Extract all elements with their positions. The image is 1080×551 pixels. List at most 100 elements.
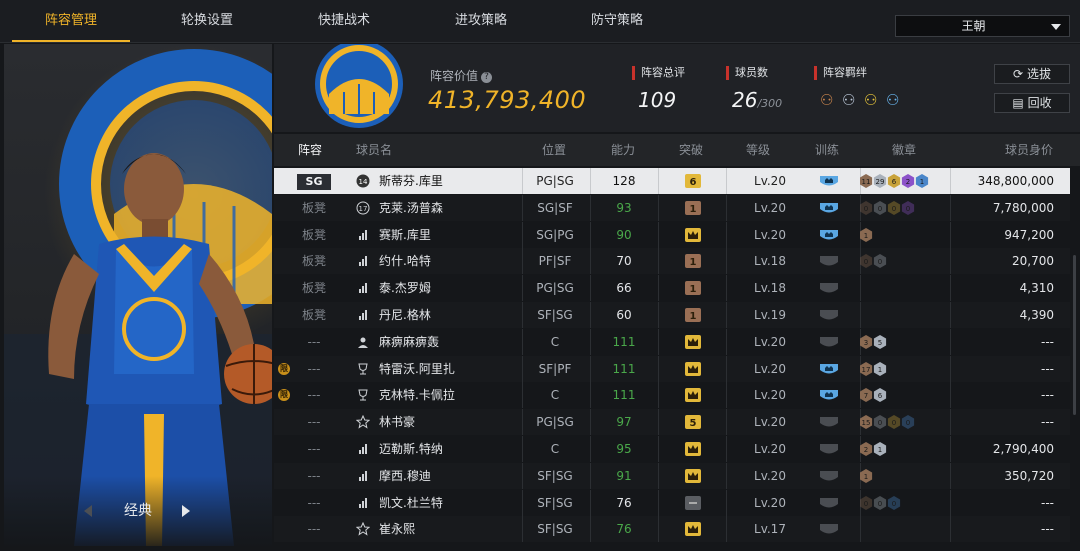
tab-lineup-management[interactable]: 阵容管理: [6, 0, 136, 42]
column-divider: [522, 409, 523, 436]
bond-3-icon[interactable]: ⚇: [864, 91, 877, 109]
breakthrough-level-icon: 1: [685, 281, 701, 296]
chevron-down-icon: [1051, 24, 1061, 30]
badge-list: [860, 302, 950, 328]
stat-bars-icon: [359, 229, 367, 240]
bond-1-icon[interactable]: ⚇: [820, 91, 833, 109]
table-row[interactable]: 限 --- 特雷沃.阿里扎 SF|PF 111 Lv.20 17 1 ---: [274, 355, 1070, 382]
overall-label: 阵容总评: [632, 66, 685, 80]
bond-4-icon[interactable]: ⚇: [886, 91, 899, 109]
player-level: Lv.19: [754, 308, 786, 322]
player-level: Lv.20: [754, 174, 786, 188]
tab-offense-strategy[interactable]: 进攻策略: [416, 0, 546, 42]
badge-hexagons: 0 0 0: [859, 495, 901, 510]
col-position[interactable]: 位置: [542, 134, 566, 166]
column-divider: [726, 382, 727, 409]
person-icon: [358, 337, 368, 348]
svg-text:6: 6: [690, 177, 697, 188]
player-value: 2,790,400: [992, 442, 1054, 456]
column-divider: [522, 516, 523, 543]
next-edition-arrow-icon[interactable]: [182, 505, 190, 517]
table-row[interactable]: 限 --- 克林特.卡佩拉 C 111 Lv.20 7 6 ---: [274, 382, 1070, 409]
player-name: 约什.哈特: [379, 254, 431, 269]
svg-text:6: 6: [878, 392, 883, 400]
col-training[interactable]: 训练: [815, 134, 839, 166]
svg-text:0: 0: [906, 419, 910, 427]
svg-text:14: 14: [359, 178, 368, 186]
badge-list: 17 1: [859, 356, 950, 382]
team-dropdown-value: 王朝: [961, 19, 986, 33]
table-row[interactable]: 板凳 赛斯.库里 SG|PG 90 Lv.20 1 947,200: [274, 221, 1070, 248]
table-row[interactable]: SG 14 斯蒂芬.库里 PG|SG 128 6 Lv.20 11 29 6 2 1 348,800,0…: [274, 168, 1070, 194]
table-row[interactable]: 板凳 泰.杰罗姆 PG|SG 66 1 Lv.18 4,310: [274, 275, 1070, 302]
table-row[interactable]: 板凳 丹尼.格林 SF|SG 60 1 Lv.19 4,390: [274, 302, 1070, 328]
badge-hexagons: 0 0 0 0: [859, 200, 915, 215]
crown-icon: [685, 468, 701, 483]
svg-text:1: 1: [690, 204, 697, 215]
player-position: C: [550, 334, 560, 349]
badge-list: [860, 275, 950, 301]
select-button[interactable]: ⟳ 选拔: [994, 64, 1070, 84]
breakthrough-level-icon: 1: [685, 308, 701, 322]
column-divider: [522, 168, 523, 194]
tab-quick-tactics[interactable]: 快捷战术: [279, 0, 409, 42]
col-name[interactable]: 球员名: [356, 134, 392, 166]
column-divider: [590, 328, 591, 355]
col-ability[interactable]: 能力: [611, 134, 635, 166]
refresh-icon: ⟳: [1013, 67, 1024, 81]
player-level: Lv.20: [754, 200, 786, 215]
player-ability: 66: [616, 281, 632, 296]
player-value: 350,720: [1004, 468, 1054, 483]
column-divider: [522, 328, 523, 355]
tab-defense-strategy[interactable]: 防守策略: [552, 0, 682, 42]
lineup-slot: SG: [294, 168, 334, 194]
bond-2-icon[interactable]: ⚇: [842, 91, 855, 109]
column-divider: [522, 355, 523, 382]
table-scrollbar[interactable]: [1073, 255, 1076, 415]
player-card[interactable]: 经典: [4, 44, 272, 546]
badge-hexagons: 00: [859, 254, 887, 269]
column-divider: [658, 221, 659, 248]
player-position: PG|SG: [536, 281, 574, 296]
column-divider: [590, 516, 591, 543]
table-row[interactable]: --- 摩西.穆迪 SF|SG 91 Lv.20 1 350,720: [274, 462, 1070, 489]
svg-text:1: 1: [878, 446, 882, 454]
table-row[interactable]: --- 麻痹麻痹轰 C 111 Lv.20 3 5 ---: [274, 328, 1070, 355]
table-row[interactable]: --- 迈勒斯.特纳 C 95 Lv.20 2 1 2,790,400: [274, 436, 1070, 462]
col-slot[interactable]: 阵容: [298, 134, 322, 166]
table-row[interactable]: 板凳 17 克莱.汤普森 SG|SF 93 1 Lv.20 0 0 0 0 7,780,000: [274, 194, 1070, 221]
player-ability: 76: [616, 495, 632, 510]
column-divider: [658, 302, 659, 328]
help-icon[interactable]: ?: [481, 72, 493, 83]
breakthrough-level-icon: 1: [685, 254, 701, 269]
svg-text:0: 0: [892, 500, 896, 508]
player-value: ---: [1041, 361, 1054, 376]
breakthrough-badge: [662, 436, 722, 462]
column-divider: [658, 489, 659, 516]
recycle-button[interactable]: ▤ 回收: [994, 93, 1070, 113]
svg-text:0: 0: [864, 258, 868, 266]
badge-hexagons: 1: [859, 468, 873, 483]
table-row[interactable]: --- 崔永熙 SF|SG 76 Lv.17 ---: [274, 516, 1070, 543]
jersey-icon: 14: [356, 174, 370, 188]
tab-rotation-settings[interactable]: 轮换设置: [142, 0, 272, 42]
col-level[interactable]: 等级: [746, 134, 770, 166]
badge-list: [860, 516, 950, 542]
lineup-slot: ---: [307, 361, 321, 376]
col-value[interactable]: 球员身价: [1005, 134, 1053, 166]
table-row[interactable]: --- 凯文.杜兰特 SF|SG 76 Lv.20 0 0 0 ---: [274, 489, 1070, 516]
badge-hexagons: [860, 302, 950, 328]
lineup-slot: ---: [307, 388, 321, 403]
table-row[interactable]: --- 林书豪 PG|SG 97 5 Lv.20 15 0 0 0 ---: [274, 409, 1070, 436]
roster-table: 阵容 球员名 位置 能力 突破 等级 训练 徽章 球员身价 SG 14 斯蒂芬.库里…: [274, 134, 1080, 550]
table-row[interactable]: 板凳 约什.哈特 PF|SF 70 1 Lv.18 0 0 20,700: [274, 248, 1070, 275]
column-divider: [522, 462, 523, 489]
svg-text:0: 0: [878, 205, 882, 213]
team-dropdown[interactable]: 王朝: [895, 15, 1070, 37]
svg-text:1: 1: [864, 473, 868, 481]
col-breakthrough[interactable]: 突破: [679, 134, 703, 166]
player-value: 4,310: [1019, 281, 1054, 296]
col-badges[interactable]: 徽章: [892, 134, 916, 166]
breakthrough-badge: [662, 382, 722, 408]
lineup-slot: 板凳: [301, 254, 326, 269]
